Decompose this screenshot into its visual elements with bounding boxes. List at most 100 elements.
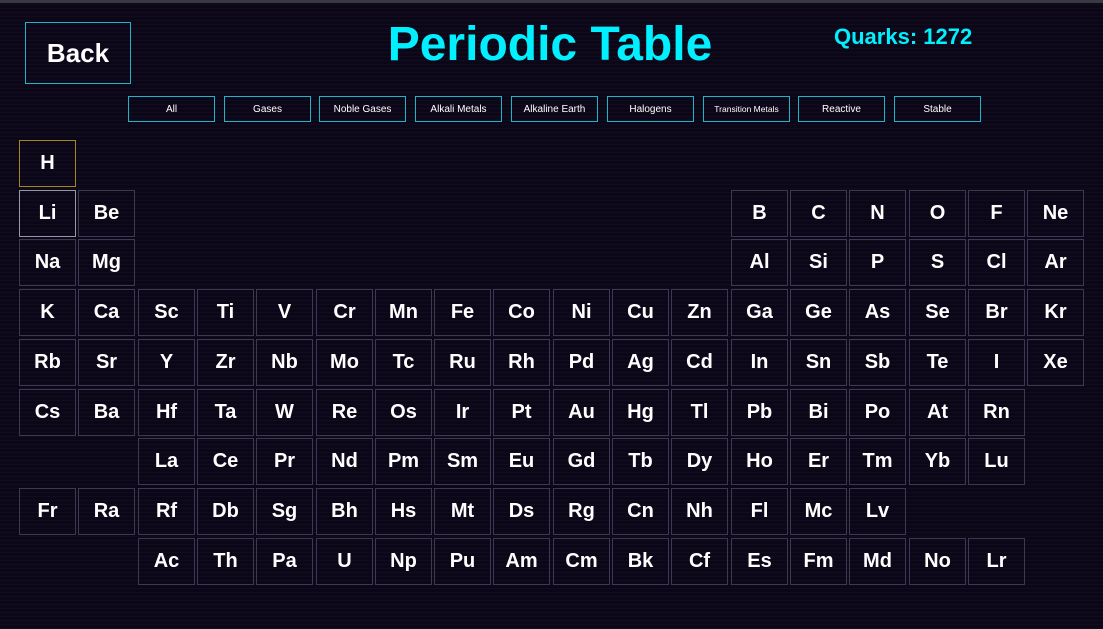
- element-in[interactable]: In: [731, 339, 788, 386]
- element-n[interactable]: N: [849, 190, 906, 237]
- element-tl[interactable]: Tl: [671, 389, 728, 436]
- filter-button-noble-gases[interactable]: Noble Gases: [319, 96, 406, 122]
- element-mt[interactable]: Mt: [434, 488, 491, 535]
- element-mn[interactable]: Mn: [375, 289, 432, 336]
- element-cn[interactable]: Cn: [612, 488, 669, 535]
- element-ce[interactable]: Ce: [197, 438, 254, 485]
- element-pa[interactable]: Pa: [256, 538, 313, 585]
- element-am[interactable]: Am: [493, 538, 550, 585]
- element-au[interactable]: Au: [553, 389, 610, 436]
- element-sc[interactable]: Sc: [138, 289, 195, 336]
- element-es[interactable]: Es: [731, 538, 788, 585]
- filter-button-alkali-metals[interactable]: Alkali Metals: [415, 96, 502, 122]
- element-ru[interactable]: Ru: [434, 339, 491, 386]
- element-s[interactable]: S: [909, 239, 966, 286]
- element-ag[interactable]: Ag: [612, 339, 669, 386]
- element-ds[interactable]: Ds: [493, 488, 550, 535]
- element-pt[interactable]: Pt: [493, 389, 550, 436]
- element-ac[interactable]: Ac: [138, 538, 195, 585]
- element-fr[interactable]: Fr: [19, 488, 76, 535]
- element-pd[interactable]: Pd: [553, 339, 610, 386]
- filter-button-stable[interactable]: Stable: [894, 96, 981, 122]
- element-ra[interactable]: Ra: [78, 488, 135, 535]
- filter-button-halogens[interactable]: Halogens: [607, 96, 694, 122]
- element-re[interactable]: Re: [316, 389, 373, 436]
- element-os[interactable]: Os: [375, 389, 432, 436]
- element-pu[interactable]: Pu: [434, 538, 491, 585]
- element-na[interactable]: Na: [19, 239, 76, 286]
- element-zn[interactable]: Zn: [671, 289, 728, 336]
- element-eu[interactable]: Eu: [493, 438, 550, 485]
- element-nh[interactable]: Nh: [671, 488, 728, 535]
- element-te[interactable]: Te: [909, 339, 966, 386]
- element-no[interactable]: No: [909, 538, 966, 585]
- back-button[interactable]: Back: [25, 22, 131, 84]
- element-np[interactable]: Np: [375, 538, 432, 585]
- element-cu[interactable]: Cu: [612, 289, 669, 336]
- element-fe[interactable]: Fe: [434, 289, 491, 336]
- element-ga[interactable]: Ga: [731, 289, 788, 336]
- element-nb[interactable]: Nb: [256, 339, 313, 386]
- element-cd[interactable]: Cd: [671, 339, 728, 386]
- element-th[interactable]: Th: [197, 538, 254, 585]
- filter-button-gases[interactable]: Gases: [224, 96, 311, 122]
- element-rh[interactable]: Rh: [493, 339, 550, 386]
- element-v[interactable]: V: [256, 289, 313, 336]
- element-cs[interactable]: Cs: [19, 389, 76, 436]
- element-h[interactable]: H: [19, 140, 76, 187]
- element-po[interactable]: Po: [849, 389, 906, 436]
- element-mg[interactable]: Mg: [78, 239, 135, 286]
- element-as[interactable]: As: [849, 289, 906, 336]
- element-o[interactable]: O: [909, 190, 966, 237]
- element-f[interactable]: F: [968, 190, 1025, 237]
- element-li[interactable]: Li: [19, 190, 76, 237]
- element-c[interactable]: C: [790, 190, 847, 237]
- filter-button-all[interactable]: All: [128, 96, 215, 122]
- element-dy[interactable]: Dy: [671, 438, 728, 485]
- element-fl[interactable]: Fl: [731, 488, 788, 535]
- element-co[interactable]: Co: [493, 289, 550, 336]
- element-lr[interactable]: Lr: [968, 538, 1025, 585]
- element-cf[interactable]: Cf: [671, 538, 728, 585]
- element-cr[interactable]: Cr: [316, 289, 373, 336]
- element-hg[interactable]: Hg: [612, 389, 669, 436]
- element-sn[interactable]: Sn: [790, 339, 847, 386]
- element-pr[interactable]: Pr: [256, 438, 313, 485]
- element-pm[interactable]: Pm: [375, 438, 432, 485]
- element-tm[interactable]: Tm: [849, 438, 906, 485]
- element-si[interactable]: Si: [790, 239, 847, 286]
- element-rf[interactable]: Rf: [138, 488, 195, 535]
- filter-button-transition-metals[interactable]: Transition Metals: [703, 96, 790, 122]
- element-xe[interactable]: Xe: [1027, 339, 1084, 386]
- element-cm[interactable]: Cm: [553, 538, 610, 585]
- element-sg[interactable]: Sg: [256, 488, 313, 535]
- element-hf[interactable]: Hf: [138, 389, 195, 436]
- element-hs[interactable]: Hs: [375, 488, 432, 535]
- element-cl[interactable]: Cl: [968, 239, 1025, 286]
- element-tb[interactable]: Tb: [612, 438, 669, 485]
- element-ge[interactable]: Ge: [790, 289, 847, 336]
- element-sb[interactable]: Sb: [849, 339, 906, 386]
- element-ta[interactable]: Ta: [197, 389, 254, 436]
- element-y[interactable]: Y: [138, 339, 195, 386]
- element-ar[interactable]: Ar: [1027, 239, 1084, 286]
- element-rn[interactable]: Rn: [968, 389, 1025, 436]
- element-tc[interactable]: Tc: [375, 339, 432, 386]
- element-ni[interactable]: Ni: [553, 289, 610, 336]
- element-la[interactable]: La: [138, 438, 195, 485]
- element-bh[interactable]: Bh: [316, 488, 373, 535]
- filter-button-alkaline-earth[interactable]: Alkaline Earth: [511, 96, 598, 122]
- filter-button-reactive[interactable]: Reactive: [798, 96, 885, 122]
- element-ti[interactable]: Ti: [197, 289, 254, 336]
- element-gd[interactable]: Gd: [553, 438, 610, 485]
- element-al[interactable]: Al: [731, 239, 788, 286]
- element-lu[interactable]: Lu: [968, 438, 1025, 485]
- element-be[interactable]: Be: [78, 190, 135, 237]
- element-sm[interactable]: Sm: [434, 438, 491, 485]
- element-ne[interactable]: Ne: [1027, 190, 1084, 237]
- element-i[interactable]: I: [968, 339, 1025, 386]
- element-br[interactable]: Br: [968, 289, 1025, 336]
- element-bk[interactable]: Bk: [612, 538, 669, 585]
- element-lv[interactable]: Lv: [849, 488, 906, 535]
- element-k[interactable]: K: [19, 289, 76, 336]
